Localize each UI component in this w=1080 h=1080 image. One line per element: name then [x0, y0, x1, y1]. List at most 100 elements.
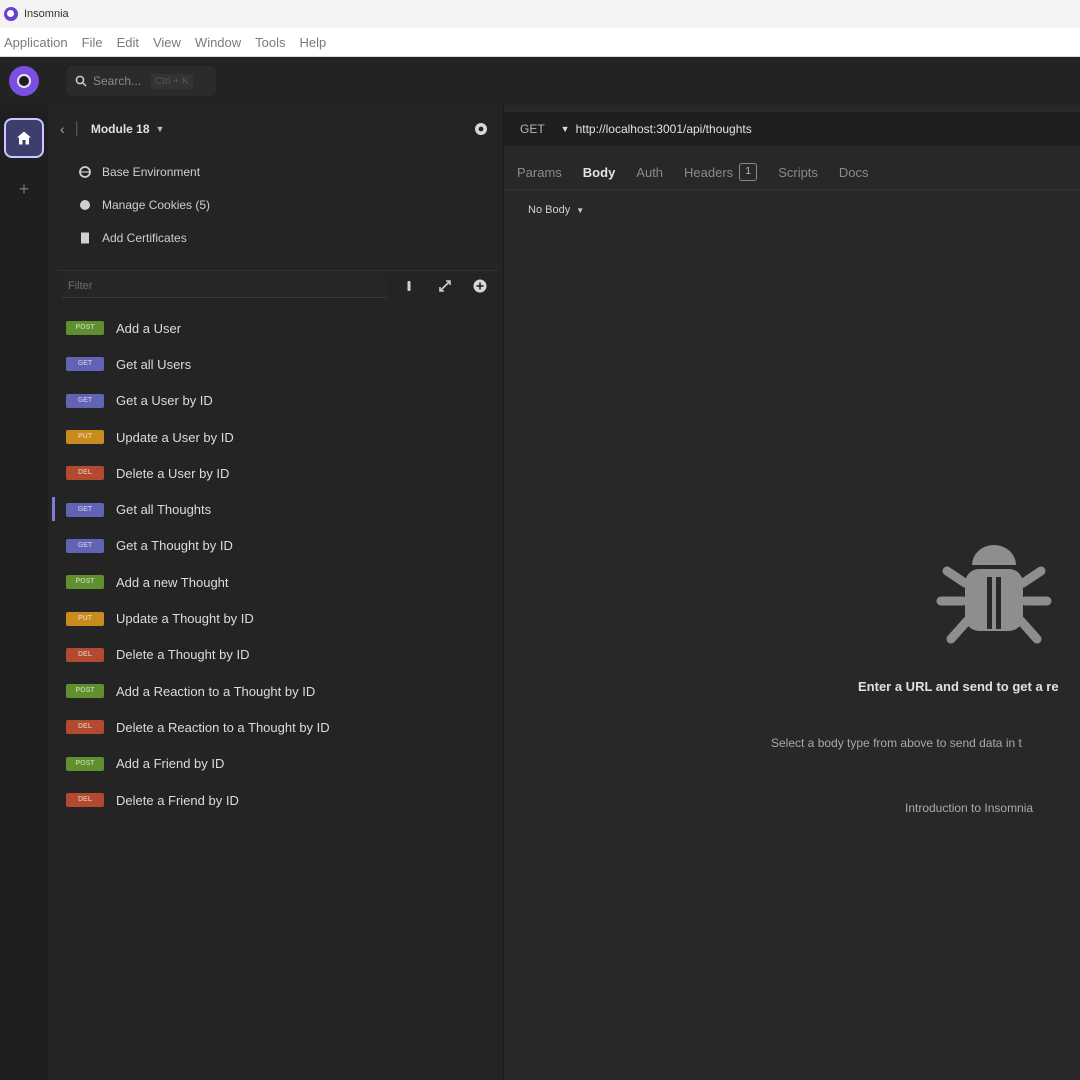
method-badge: GET — [66, 538, 104, 553]
chevron-down-icon[interactable]: ▼ — [561, 124, 570, 134]
tab-params[interactable]: Params — [517, 165, 562, 180]
expand-icon[interactable] — [437, 278, 453, 294]
menu-bar: Application File Edit View Window Tools … — [0, 28, 1080, 57]
request-label: Delete a User by ID — [116, 465, 230, 481]
request-item[interactable]: GET Get a User by ID — [52, 383, 502, 419]
request-item[interactable]: DEL Delete a Friend by ID — [52, 782, 502, 818]
request-list: POST Add a User GET Get all Users GET Get a U… — [52, 310, 502, 818]
request-item[interactable]: DEL Delete a Reaction to a Thought by ID — [52, 709, 502, 745]
cookie-icon — [80, 200, 90, 210]
menu-tools[interactable]: Tools — [255, 35, 285, 50]
request-label: Get all Thoughts — [116, 502, 212, 518]
request-label: Add a User — [116, 320, 182, 336]
url-bar: GET ▼ http://localhost:3001/api/thoughts — [504, 112, 1080, 146]
search-placeholder: Search... — [93, 74, 142, 88]
request-item[interactable]: POST Add a new Thought — [52, 564, 502, 600]
request-item[interactable]: POST Add a Reaction to a Thought by ID — [52, 673, 502, 709]
request-label: Update a User by ID — [116, 429, 234, 445]
gear-icon[interactable] — [472, 120, 490, 138]
bug-icon — [936, 545, 1052, 644]
add-icon[interactable]: + — [15, 180, 33, 198]
empty-state-title: Enter a URL and send to get a re — [858, 679, 1059, 694]
request-item[interactable]: POST Add a Friend by ID — [52, 746, 502, 782]
collection-name[interactable]: Module 18 — [91, 122, 150, 136]
window-titlebar: Insomnia — [0, 0, 1080, 29]
tab-label: Scripts — [778, 164, 818, 180]
request-item[interactable]: PUT Update a Thought by ID — [52, 600, 502, 636]
search-shortcut: Ctrl + K — [151, 73, 193, 89]
environment-item-base[interactable]: Base Environment — [78, 161, 200, 183]
menu-window[interactable]: Window — [195, 35, 241, 50]
request-label: Get a User by ID — [116, 393, 213, 409]
intro-link[interactable]: Introduction to Insomnia — [905, 801, 1033, 815]
request-label: Add a Friend by ID — [116, 756, 225, 772]
tab-label: Headers — [684, 164, 734, 180]
request-item[interactable]: DEL Delete a Thought by ID — [52, 637, 502, 673]
request-item[interactable]: GET Get all Users — [52, 346, 502, 382]
method-badge: DEL — [66, 647, 104, 662]
tab-label: Auth — [636, 164, 664, 180]
request-tabs: Params Body Auth Headers 1 Scripts Docs — [504, 155, 1080, 190]
tab-headers[interactable]: Headers 1 — [684, 163, 758, 181]
request-item[interactable]: POST Add a User — [52, 310, 502, 346]
environment-item-certificates[interactable]: Add Certificates — [78, 227, 187, 249]
headers-count-badge: 1 — [739, 163, 758, 181]
menu-edit[interactable]: Edit — [117, 35, 139, 50]
request-label: Add a Reaction to a Thought by ID — [116, 683, 316, 699]
method-badge: POST — [66, 684, 104, 699]
icon-rail — [0, 105, 49, 1080]
search-input[interactable]: Search... Ctrl + K — [66, 66, 216, 96]
breadcrumb-separator: | — [74, 120, 79, 137]
menu-file[interactable]: File — [82, 35, 103, 50]
method-badge: POST — [66, 756, 104, 771]
request-label: Get all Users — [116, 356, 192, 372]
method-badge: GET — [66, 502, 104, 517]
url-input[interactable]: http://localhost:3001/api/thoughts — [576, 122, 752, 136]
request-label: Update a Thought by ID — [116, 611, 254, 627]
request-label: Get a Thought by ID — [116, 538, 233, 554]
request-label: Delete a Friend by ID — [116, 792, 239, 808]
method-select[interactable]: GET — [520, 122, 545, 136]
environment-item-label: Add Certificates — [102, 231, 187, 245]
tab-auth[interactable]: Auth — [636, 165, 663, 180]
search-icon — [75, 75, 87, 87]
back-arrow-icon[interactable]: ‹ — [60, 121, 65, 137]
menu-application[interactable]: Application — [4, 35, 68, 50]
window-title: Insomnia — [24, 8, 69, 20]
request-item[interactable]: DEL Delete a User by ID — [52, 455, 502, 491]
insomnia-brand-icon[interactable] — [9, 66, 39, 96]
method-badge: DEL — [66, 793, 104, 807]
method-badge: PUT — [66, 430, 104, 445]
insomnia-logo-icon — [4, 7, 18, 21]
tab-body[interactable]: Body — [583, 165, 616, 180]
add-request-icon[interactable] — [472, 278, 488, 294]
tab-label: Docs — [838, 164, 869, 180]
chevron-down-icon[interactable]: ▼ — [156, 124, 165, 134]
request-item[interactable]: PUT Update a User by ID — [52, 419, 502, 455]
home-icon — [17, 131, 31, 145]
body-type-dropdown[interactable]: No Body ▼ — [528, 204, 584, 216]
empty-state-hint: Select a body type from above to send da… — [771, 736, 1022, 750]
menu-help[interactable]: Help — [300, 35, 327, 50]
sort-icon[interactable] — [401, 278, 417, 294]
home-button[interactable] — [4, 118, 44, 158]
menu-view[interactable]: View — [153, 35, 181, 50]
request-label: Delete a Reaction to a Thought by ID — [116, 719, 330, 735]
method-badge: GET — [66, 393, 104, 408]
body-type-label: No Body — [528, 204, 571, 216]
request-label: Add a new Thought — [116, 574, 229, 590]
tab-scripts[interactable]: Scripts — [778, 165, 818, 180]
method-badge: POST — [66, 321, 104, 336]
method-badge: POST — [66, 575, 104, 590]
certificate-icon — [81, 232, 89, 244]
request-item[interactable]: GET Get a Thought by ID — [52, 528, 502, 564]
environment-item-label: Base Environment — [102, 165, 201, 179]
tab-docs[interactable]: Docs — [839, 165, 869, 180]
chevron-down-icon: ▼ — [576, 206, 585, 215]
method-badge: GET — [66, 357, 104, 372]
method-badge: DEL — [66, 466, 104, 481]
filter-input[interactable]: Filter — [62, 274, 387, 298]
environment-item-cookies[interactable]: Manage Cookies (5) — [78, 194, 210, 216]
method-badge: DEL — [66, 720, 104, 735]
request-item[interactable]: GET Get all Thoughts — [52, 491, 502, 527]
